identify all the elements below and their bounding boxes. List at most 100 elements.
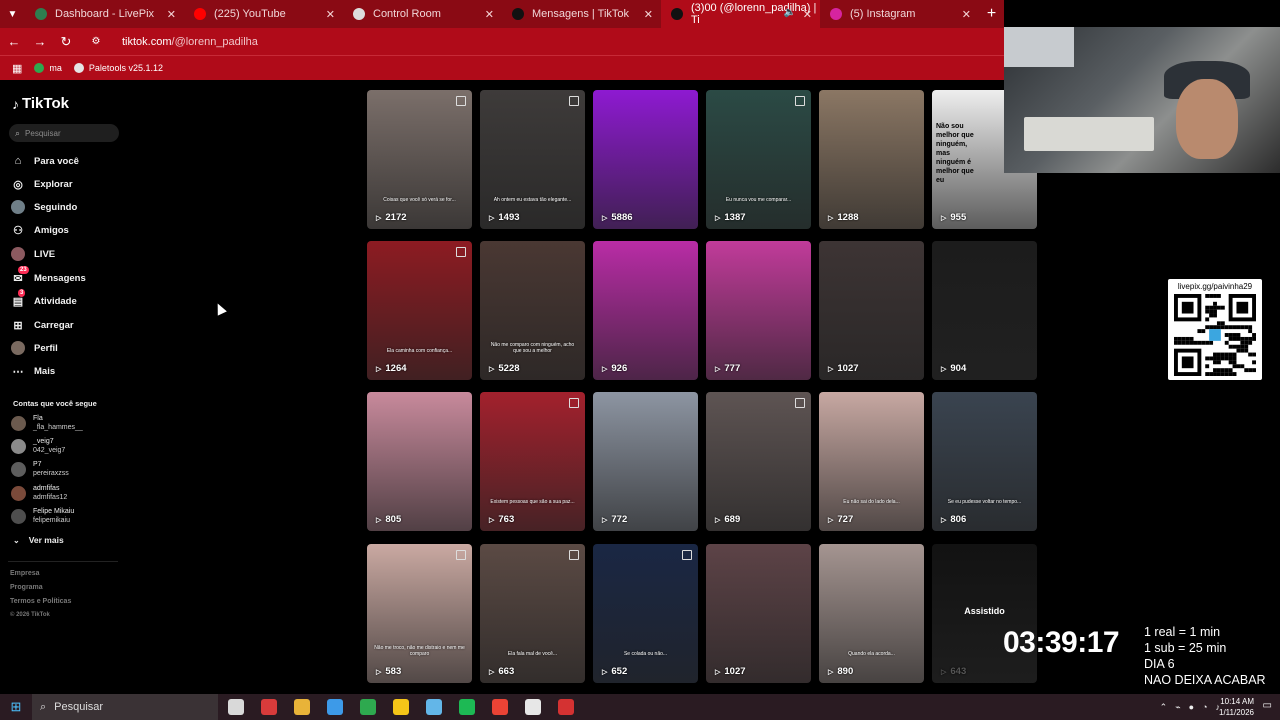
- nav-item[interactable]: ⋯ Mais: [10, 362, 56, 380]
- nav-item[interactable]: ▤ 3 Atividade: [10, 289, 77, 310]
- browser-tab[interactable]: Control Room ✕: [343, 0, 502, 28]
- taskbar-app-icon[interactable]: [261, 699, 277, 715]
- taskbar-app-icon[interactable]: [492, 699, 508, 715]
- bookmark-ma[interactable]: ma: [34, 63, 62, 73]
- nav-item[interactable]: ◎ Explorar: [10, 175, 72, 193]
- video-thumbnail[interactable]: ▷ 689: [706, 392, 811, 531]
- taskbar-app-icon[interactable]: [327, 699, 343, 715]
- close-icon[interactable]: ✕: [962, 8, 971, 21]
- footer-link[interactable]: Termos e Políticas: [10, 598, 71, 605]
- video-thumbnail[interactable]: ▷ 1288: [819, 90, 924, 229]
- nav-item[interactable]: LIVE: [10, 245, 55, 263]
- thumbnail-caption: Se eu pudesse voltar no tempo...: [947, 499, 1022, 505]
- messages-icon: ✉ 23: [13, 266, 29, 285]
- nav-item[interactable]: Perfil: [10, 339, 58, 357]
- tiktok-logo[interactable]: ♪ TikTok: [12, 95, 69, 112]
- close-icon[interactable]: ✕: [644, 8, 653, 21]
- site-info-icon[interactable]: ⚙: [84, 36, 108, 47]
- taskbar-clock[interactable]: 10:14 AM 1/11/2026: [1219, 696, 1254, 718]
- network-icon[interactable]: ⌁: [1175, 702, 1180, 713]
- video-thumbnail[interactable]: Coisas que você só verá se for... ▷ 2172: [367, 90, 472, 229]
- apps-grid-icon[interactable]: ▦: [12, 62, 22, 75]
- following-account[interactable]: admfifas admfifas12: [11, 484, 67, 502]
- video-thumbnail[interactable]: Se eu pudesse voltar no tempo... ▷ 806: [932, 392, 1037, 531]
- video-thumbnail[interactable]: ▷ 5886: [593, 90, 698, 229]
- video-thumbnail[interactable]: Ela caminha com confiança... ▷ 1264: [367, 241, 472, 380]
- taskbar-app-icon[interactable]: [294, 699, 310, 715]
- video-thumbnail[interactable]: Assistido ▷ 643: [932, 544, 1037, 683]
- video-thumbnail[interactable]: ▷ 926: [593, 241, 698, 380]
- nav-label: Amigos: [34, 224, 69, 236]
- video-thumbnail[interactable]: ▷ 772: [593, 392, 698, 531]
- video-thumbnail[interactable]: Existem pessoas que são a sua paz... ▷ 763: [480, 392, 585, 531]
- back-icon[interactable]: ←: [2, 34, 26, 49]
- nav-item[interactable]: ✉ 23 Mensagens: [10, 266, 86, 287]
- taskbar-app-icon[interactable]: [558, 699, 574, 715]
- video-thumbnail[interactable]: Não me troco, não me distraio e nem me c…: [367, 544, 472, 683]
- speaker-icon[interactable]: 🔈: [784, 7, 796, 18]
- taskbar-app-icon[interactable]: [525, 699, 541, 715]
- browser-tab[interactable]: Dashboard - LivePix ✕: [25, 0, 184, 28]
- thumbnail-caption: Ela fala mal de você...: [507, 651, 558, 657]
- video-thumbnail[interactable]: ▷ 805: [367, 392, 472, 531]
- taskbar-app-icon[interactable]: [426, 699, 442, 715]
- play-icon: ▷: [715, 365, 721, 373]
- video-thumbnail[interactable]: ▷ 1027: [706, 544, 811, 683]
- windows-start-icon[interactable]: ⊞: [0, 699, 32, 715]
- video-thumbnail[interactable]: Eu não sai do lado dela... ▷ 727: [819, 392, 924, 531]
- url-field[interactable]: tiktok.com/@lorenn_padilha: [122, 36, 258, 48]
- video-thumbnail[interactable]: Ah ontem eu estava tão elegante... ▷ 1493: [480, 90, 585, 229]
- nav-item[interactable]: ⊞ Carregar: [10, 316, 74, 334]
- taskbar-app-icon[interactable]: [228, 699, 244, 715]
- forward-icon[interactable]: →: [28, 34, 52, 49]
- reload-icon[interactable]: ↻: [54, 34, 78, 50]
- close-icon[interactable]: ✕: [803, 8, 812, 21]
- see-more-button[interactable]: ⌄ Ver mais: [13, 535, 64, 545]
- browser-tab[interactable]: Mensagens | TikTok ✕: [502, 0, 661, 28]
- following-account[interactable]: P7 pereiraxzss: [11, 460, 69, 478]
- footer-link[interactable]: Programa: [10, 584, 43, 591]
- taskbar-app-icon[interactable]: [360, 699, 376, 715]
- nav-item[interactable]: ⚇ Amigos: [10, 221, 69, 239]
- view-count: ▷ 1387: [715, 212, 746, 223]
- following-account[interactable]: _veig7 042_veig7: [11, 437, 65, 455]
- close-icon[interactable]: ✕: [167, 8, 176, 21]
- view-count: ▷ 1027: [715, 666, 746, 677]
- new-tab-button[interactable]: +: [979, 5, 1004, 23]
- tab-search-icon[interactable]: ▼: [0, 0, 25, 28]
- nav-item[interactable]: ⌂ Para você: [10, 152, 79, 170]
- microphone-icon[interactable]: ●: [1189, 702, 1194, 712]
- taskbar-search[interactable]: ⌕ Pesquisar: [32, 694, 218, 720]
- qr-module: [1236, 348, 1241, 353]
- wifi-icon[interactable]: ◔: [1202, 702, 1207, 712]
- browser-tab[interactable]: (5) Instagram ✕: [820, 0, 979, 28]
- close-icon[interactable]: ✕: [485, 8, 494, 21]
- taskbar-app-icon[interactable]: [459, 699, 475, 715]
- nav-label: Carregar: [34, 319, 74, 331]
- video-thumbnail[interactable]: ▷ 1027: [819, 241, 924, 380]
- following-account[interactable]: Felipe Mikaiu felipemikaiu: [11, 507, 74, 525]
- view-count: ▷ 904: [941, 363, 966, 374]
- footer-link[interactable]: Empresa: [10, 570, 40, 577]
- video-thumbnail[interactable]: Não me comparo com ninguém, acho que sou…: [480, 241, 585, 380]
- bookmark-paletools[interactable]: Paletools v25.1.12: [73, 63, 163, 73]
- nav-item[interactable]: Seguindo: [10, 198, 77, 216]
- video-thumbnail[interactable]: Quando ela acorda... ▷ 890: [819, 544, 924, 683]
- qr-label: livepix.gg/paivinha29: [1177, 282, 1253, 291]
- video-thumbnail[interactable]: Ela fala mal de você... ▷ 663: [480, 544, 585, 683]
- account-name: Felipe Mikaiu: [33, 508, 75, 515]
- video-thumbnail[interactable]: ▷ 904: [932, 241, 1037, 380]
- search-input[interactable]: ⌕ Pesquisar: [9, 124, 119, 142]
- taskbar-app-icon[interactable]: [393, 699, 409, 715]
- video-thumbnail[interactable]: ▷ 777: [706, 241, 811, 380]
- qr-module: [1252, 336, 1256, 341]
- browser-tab[interactable]: (225) YouTube ✕: [184, 0, 343, 28]
- following-account[interactable]: Fla _fla_hammes__: [11, 414, 83, 432]
- browser-tab[interactable]: (3)00 (@lorenn_padilha) | Ti 🔈 ✕: [661, 0, 820, 28]
- notification-icon[interactable]: ▭: [1263, 700, 1272, 711]
- close-icon[interactable]: ✕: [326, 8, 335, 21]
- video-thumbnail[interactable]: Eu nunca vou me comparar... ▷ 1387: [706, 90, 811, 229]
- chevron-up-icon[interactable]: ⌃: [1160, 702, 1168, 713]
- qr-module: [1220, 321, 1225, 326]
- video-thumbnail[interactable]: Se colada ou não... ▷ 652: [593, 544, 698, 683]
